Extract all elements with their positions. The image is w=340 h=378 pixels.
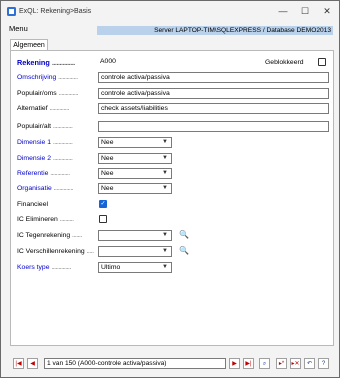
chevron-down-icon: ▼ <box>162 232 168 238</box>
form-panel: Rekening ............... A000 Geblokkeer… <box>10 50 334 346</box>
undo-icon[interactable]: ↶ <box>304 358 315 369</box>
ic-verschillenrekening-row: IC Verschillenrekening ..... ▼ 🔍 <box>11 246 211 257</box>
populair-oms-input[interactable]: controle activa/passiva <box>98 88 329 99</box>
search-binoculars-icon[interactable]: ⌕ <box>259 358 270 369</box>
delete-record-icon[interactable]: ▸✕ <box>290 358 301 369</box>
alternatief-input[interactable]: check assets/liabilities <box>98 103 329 114</box>
previous-record-button[interactable]: ◀ <box>27 358 38 369</box>
record-navigation-bar: |◀ ◀ 1 van 150 (A000-controle activa/pas… <box>10 357 334 371</box>
rekening-row: Rekening ............... A000 Geblokkeer… <box>11 57 331 68</box>
help-icon[interactable]: ? <box>318 358 329 369</box>
dimensie1-select[interactable]: Nee ▼ <box>98 137 172 148</box>
referentie-select[interactable]: Nee ▼ <box>98 168 172 179</box>
chevron-down-icon: ▼ <box>162 170 168 176</box>
financieel-label: Financieel <box>17 201 48 208</box>
omschrijving-label: Omschrijving .............. <box>17 74 78 81</box>
binoculars-icon[interactable]: 🔍 <box>179 246 189 255</box>
dimensie2-label: Dimensie 2 .............. <box>17 155 73 162</box>
record-info-field: 1 van 150 (A000-controle activa/passiva) <box>44 358 226 369</box>
menu-item[interactable]: Menu <box>9 24 28 33</box>
main-window: ExQL: Rekening>Basis — ☐ ✕ Menu Server L… <box>0 0 340 378</box>
chevron-down-icon: ▼ <box>162 139 168 145</box>
dimensie1-label: Dimensie 1 .............. <box>17 139 73 146</box>
organisatie-label: Organisatie .............. <box>17 185 74 192</box>
app-icon <box>7 7 16 16</box>
ic-tegenrekening-select[interactable]: ▼ <box>98 230 172 241</box>
ic-verschillenrekening-select[interactable]: ▼ <box>98 246 172 257</box>
geblokkeerd-label: Geblokkeerd <box>265 59 304 66</box>
chevron-down-icon: ▼ <box>162 185 168 191</box>
maximize-button[interactable]: ☐ <box>294 3 316 19</box>
window-title: ExQL: Rekening>Basis <box>19 8 92 15</box>
chevron-down-icon: ▼ <box>162 155 168 161</box>
omschrijving-input[interactable]: controle activa/passiva <box>98 72 329 83</box>
next-record-button[interactable]: ▶ <box>229 358 240 369</box>
rekening-label: Rekening ............... <box>17 58 75 67</box>
financieel-checkbox[interactable]: ✓ <box>99 200 107 208</box>
populair-oms-label: Populair/oms .............. <box>17 90 79 97</box>
rekening-value: A000 <box>100 58 116 65</box>
binoculars-icon[interactable]: 🔍 <box>179 230 189 239</box>
title-bar: ExQL: Rekening>Basis — ☐ ✕ <box>1 1 339 23</box>
close-button[interactable]: ✕ <box>316 3 338 19</box>
populair-alt-label: Populair/alt .............. <box>17 123 73 130</box>
chevron-down-icon: ▼ <box>162 248 168 254</box>
last-record-button[interactable]: ▶| <box>243 358 254 369</box>
chevron-down-icon: ▼ <box>162 264 168 270</box>
organisatie-select[interactable]: Nee ▼ <box>98 183 172 194</box>
koers-type-label: Koers type .............. <box>17 264 71 271</box>
first-record-button[interactable]: |◀ <box>13 358 24 369</box>
referentie-label: Referentie .............. <box>17 170 70 177</box>
geblokkeerd-checkbox[interactable] <box>318 58 326 66</box>
ic-elimineren-label: IC Elimineren .......... <box>17 216 74 223</box>
dimensie2-select[interactable]: Nee ▼ <box>98 153 172 164</box>
ic-tegenrekening-label: IC Tegenrekening ....... <box>17 232 82 239</box>
minimize-button[interactable]: — <box>272 3 294 19</box>
ic-verschillenrekening-label: IC Verschillenrekening ..... <box>17 248 94 255</box>
server-info-bar: Server LAPTOP-TIM\SQLEXPRESS / Database … <box>97 26 333 35</box>
ic-elimineren-checkbox[interactable] <box>99 215 107 223</box>
populair-alt-input[interactable] <box>98 121 329 132</box>
koers-type-select[interactable]: Ultimo ▼ <box>98 262 172 273</box>
alternatief-label: Alternatief .............. <box>17 105 69 112</box>
ic-tegenrekening-row: IC Tegenrekening ....... ▼ 🔍 <box>11 230 211 241</box>
new-record-icon[interactable]: ▸* <box>276 358 287 369</box>
